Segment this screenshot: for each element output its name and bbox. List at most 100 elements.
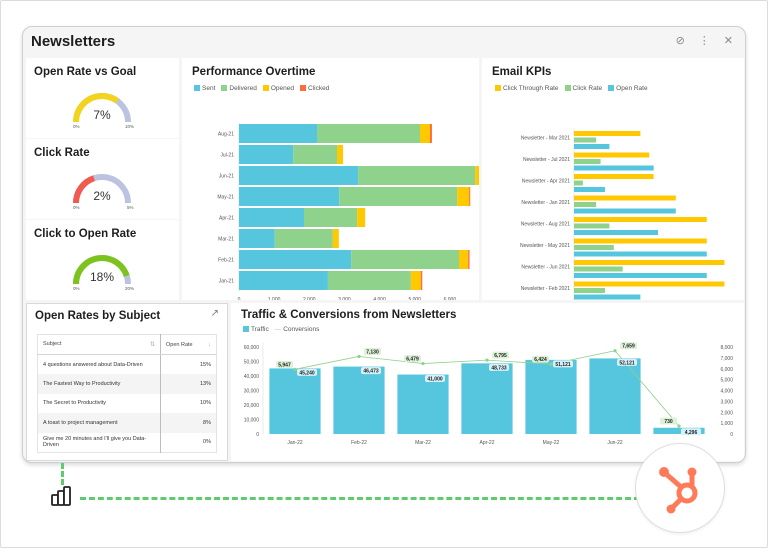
gauge-min-label: 0% [73,286,80,291]
x-tick-label: 2,000 [303,297,316,300]
open-rate-cell: 10% [160,393,217,413]
legend-item-click-rate[interactable]: Click Rate [564,85,602,92]
column-header-subject[interactable]: Subject ⇅ [37,334,161,355]
bar-click-rate [574,137,597,143]
open-rates-table: Subject ⇅ Open Rate ↓ 4 questions answered… [37,334,217,453]
bar-segment-opened [419,124,431,143]
traffic-data-label: 51,121 [555,362,571,368]
x-tick-label: 3,000 [338,297,351,300]
y-right-tick-label: 8,000 [720,345,733,351]
y-left-tick-label: 40,000 [244,374,260,380]
y-right-tick-label: 3,000 [720,399,733,405]
conversions-data-label: 6,795 [494,353,507,359]
y-right-tick-label: 0 [730,432,733,438]
table-row[interactable]: A toast to project management 8% [37,413,217,433]
bar-segment-delivered [317,124,420,143]
performance-legend: Sent Delivered Opened Clicked [194,85,329,92]
sort-desc-icon[interactable]: ↓ [208,342,211,348]
bar-open-rate [574,165,654,171]
y-left-tick-label: 50,000 [244,360,260,366]
bar-segment-clicked [430,124,432,143]
traffic-title: Traffic & Conversions from Newsletters [241,309,457,321]
traffic-data-label: 52,121 [619,360,635,366]
open-rates-panel: Open Rates by Subject ↗ Subject ⇅ Open Ra… [26,303,228,461]
open-rate-cell: 8% [160,413,217,433]
more-vertical-icon[interactable]: ⋮ [699,35,710,47]
y-tick-label: Newsletter - Jun 2021 [521,265,570,271]
y-tick-label: Jun-21 [219,174,235,180]
bar-segment-sent [239,166,359,185]
bar-click-rate [574,223,610,229]
bar-segment-sent [239,124,318,143]
sort-icon[interactable]: ⇅ [150,341,155,348]
bar-click-through-rate [574,131,641,136]
email-kpis-title: Email KPIs [492,66,552,78]
table-row[interactable]: The Secret to Productivity 10% [38,393,217,413]
gauge-value: 18% [89,270,115,284]
gauge-max-label: 5% [127,205,134,210]
y-left-tick-label: 30,000 [244,389,260,395]
bar-segment-opened [475,166,486,185]
y-tick-label: Newsletter - Feb 2021 [521,286,570,292]
x-tick-label: 4,000 [373,297,386,300]
filter-off-icon[interactable]: ⊘ [676,35,685,47]
y-tick-label: Newsletter - Jan 2021 [521,200,570,206]
y-tick-label: Newsletter - Aug 2021 [521,222,570,228]
y-tick-label: Jan-21 [219,279,235,285]
traffic-legend: Traffic — Conversions [243,326,319,333]
legend-item-opened[interactable]: Opened [262,85,294,92]
traffic-data-label: 45,240 [299,370,315,376]
bar-segment-opened [332,229,339,248]
traffic-bar [589,358,641,434]
bar-open-rate [574,251,707,257]
bar-segment-opened [337,145,344,164]
y-right-tick-label: 4,000 [720,389,733,395]
gauge-title: Open Rate vs Goal [34,66,137,78]
performance-title: Performance Overtime [192,66,316,78]
y-left-tick-label: 60,000 [244,345,260,351]
bar-click-through-rate [574,217,707,222]
bar-segment-clicked [468,250,470,269]
legend-item-clicked[interactable]: Clicked [299,85,329,92]
table-row[interactable]: 4 questions answered about Data-Driven 15… [38,354,217,374]
y-tick-label: Feb-21 [218,258,234,264]
table-row[interactable]: Give me 20 minutes and I'll give you Dat… [38,432,217,452]
performance-chart: Aug-21 Jul-21 Jun-21 May-21 Apr-21 Mar-21 Feb-… [217,122,491,303]
gauge-panel-click-to-open: Click to Open Rate 18% 0% 20% [26,220,179,300]
x-tick-label: Jun-22 [607,440,623,446]
legend-item-traffic[interactable]: Traffic [243,326,269,333]
conversions-data-label: 730 [664,419,673,425]
bar-open-rate [574,144,610,149]
bar-click-through-rate [574,195,676,201]
y-right-tick-label: 1,000 [720,421,733,427]
y-tick-label: Mar-21 [218,237,234,243]
legend-item-open-rate[interactable]: Open Rate [608,85,648,92]
y-left-tick-label: 0 [256,432,259,438]
performance-panel: Performance Overtime Sent Delivered Open… [182,58,491,303]
connector-line-vertical [61,463,64,485]
legend-item-ctr[interactable]: Click Through Rate [495,85,559,92]
legend-item-conversions[interactable]: — Conversions [275,326,320,333]
y-tick-label: Aug-21 [218,132,234,138]
legend-item-sent[interactable]: Sent [194,85,215,92]
bar-segment-sent [239,208,305,227]
bar-click-rate [574,180,583,186]
expand-icon[interactable]: ↗ [211,308,219,319]
column-header-open-rate[interactable]: Open Rate ↓ [160,334,217,355]
conversions-data-label: 6,424 [534,357,547,363]
close-icon[interactable]: ✕ [724,35,733,47]
conversions-point [549,362,553,366]
y-tick-label: Newsletter - Mar 2021 [521,136,570,142]
traffic-bar [333,366,385,434]
x-tick-label: 0 [238,297,241,300]
traffic-bar [269,368,321,434]
table-row[interactable]: The Fastest Way to Productivity 13% [37,374,217,394]
y-right-tick-label: 6,000 [720,367,733,373]
bar-segment-delivered [293,145,338,164]
subject-cell: Give me 20 minutes and I'll give you Dat… [43,436,147,448]
legend-item-delivered[interactable]: Delivered [221,85,257,92]
bar-segment-sent [239,229,275,248]
conversions-point [677,424,681,428]
y-tick-label: Newsletter - Jul 2021 [523,157,570,163]
bar-click-rate [574,266,623,272]
